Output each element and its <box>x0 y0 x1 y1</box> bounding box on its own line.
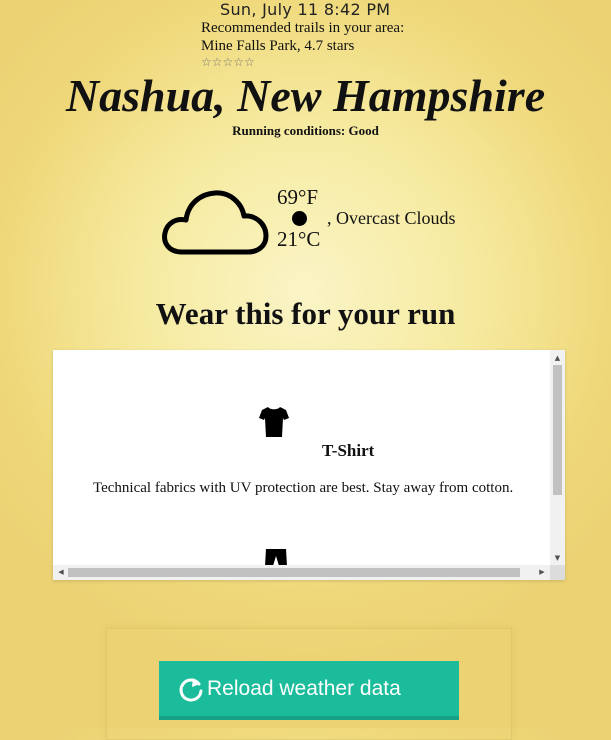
scroll-right-arrow-icon[interactable]: ▶ <box>535 565 549 580</box>
reload-weather-button[interactable]: Reload weather data <box>159 661 459 720</box>
clothing-item-description: Technical fabrics with UV protection are… <box>93 480 514 496</box>
trail-entry[interactable]: Mine Falls Park, 4.7 stars <box>201 37 404 55</box>
vertical-scroll-thumb[interactable] <box>553 365 562 495</box>
city-title: Nashua, New Hampshire <box>65 70 546 121</box>
scroll-up-arrow-icon[interactable]: ▲ <box>550 352 565 364</box>
temperature-fahrenheit: 69°F <box>277 185 319 209</box>
clothing-item-name: T-Shirt <box>322 441 375 460</box>
reload-button-label: Reload weather data <box>207 676 401 700</box>
date-time: Sun, July 11 8:42 PM <box>220 0 391 19</box>
running-conditions: Running conditions: Good <box>232 123 379 138</box>
horizontal-scrollbar[interactable]: ◀ ▶ <box>53 565 550 580</box>
wear-section-title: Wear this for your run <box>155 296 456 331</box>
trail-recommendations: Recommended trails in your area: Mine Fa… <box>201 19 404 69</box>
weather-description: , Overcast Clouds <box>327 208 456 228</box>
scroll-left-arrow-icon[interactable]: ◀ <box>54 565 68 580</box>
horizontal-scroll-thumb[interactable] <box>68 568 520 577</box>
cloud-icon <box>162 190 269 255</box>
temperature-separator-dot <box>292 211 307 226</box>
shorts-icon <box>265 549 287 566</box>
trail-rating-stars: ☆☆☆☆☆ <box>201 55 255 69</box>
reload-icon <box>179 677 203 702</box>
trails-heading: Recommended trails in your area: <box>201 20 405 36</box>
temperature-celsius: 21°C <box>277 227 321 251</box>
tshirt-icon <box>259 407 289 437</box>
vertical-scrollbar[interactable]: ▲ ▼ <box>550 350 565 566</box>
scrollbar-corner <box>550 565 565 580</box>
clothing-list-panel[interactable]: T-Shirt Technical fabrics with UV protec… <box>53 350 565 580</box>
scroll-down-arrow-icon[interactable]: ▼ <box>550 552 565 564</box>
